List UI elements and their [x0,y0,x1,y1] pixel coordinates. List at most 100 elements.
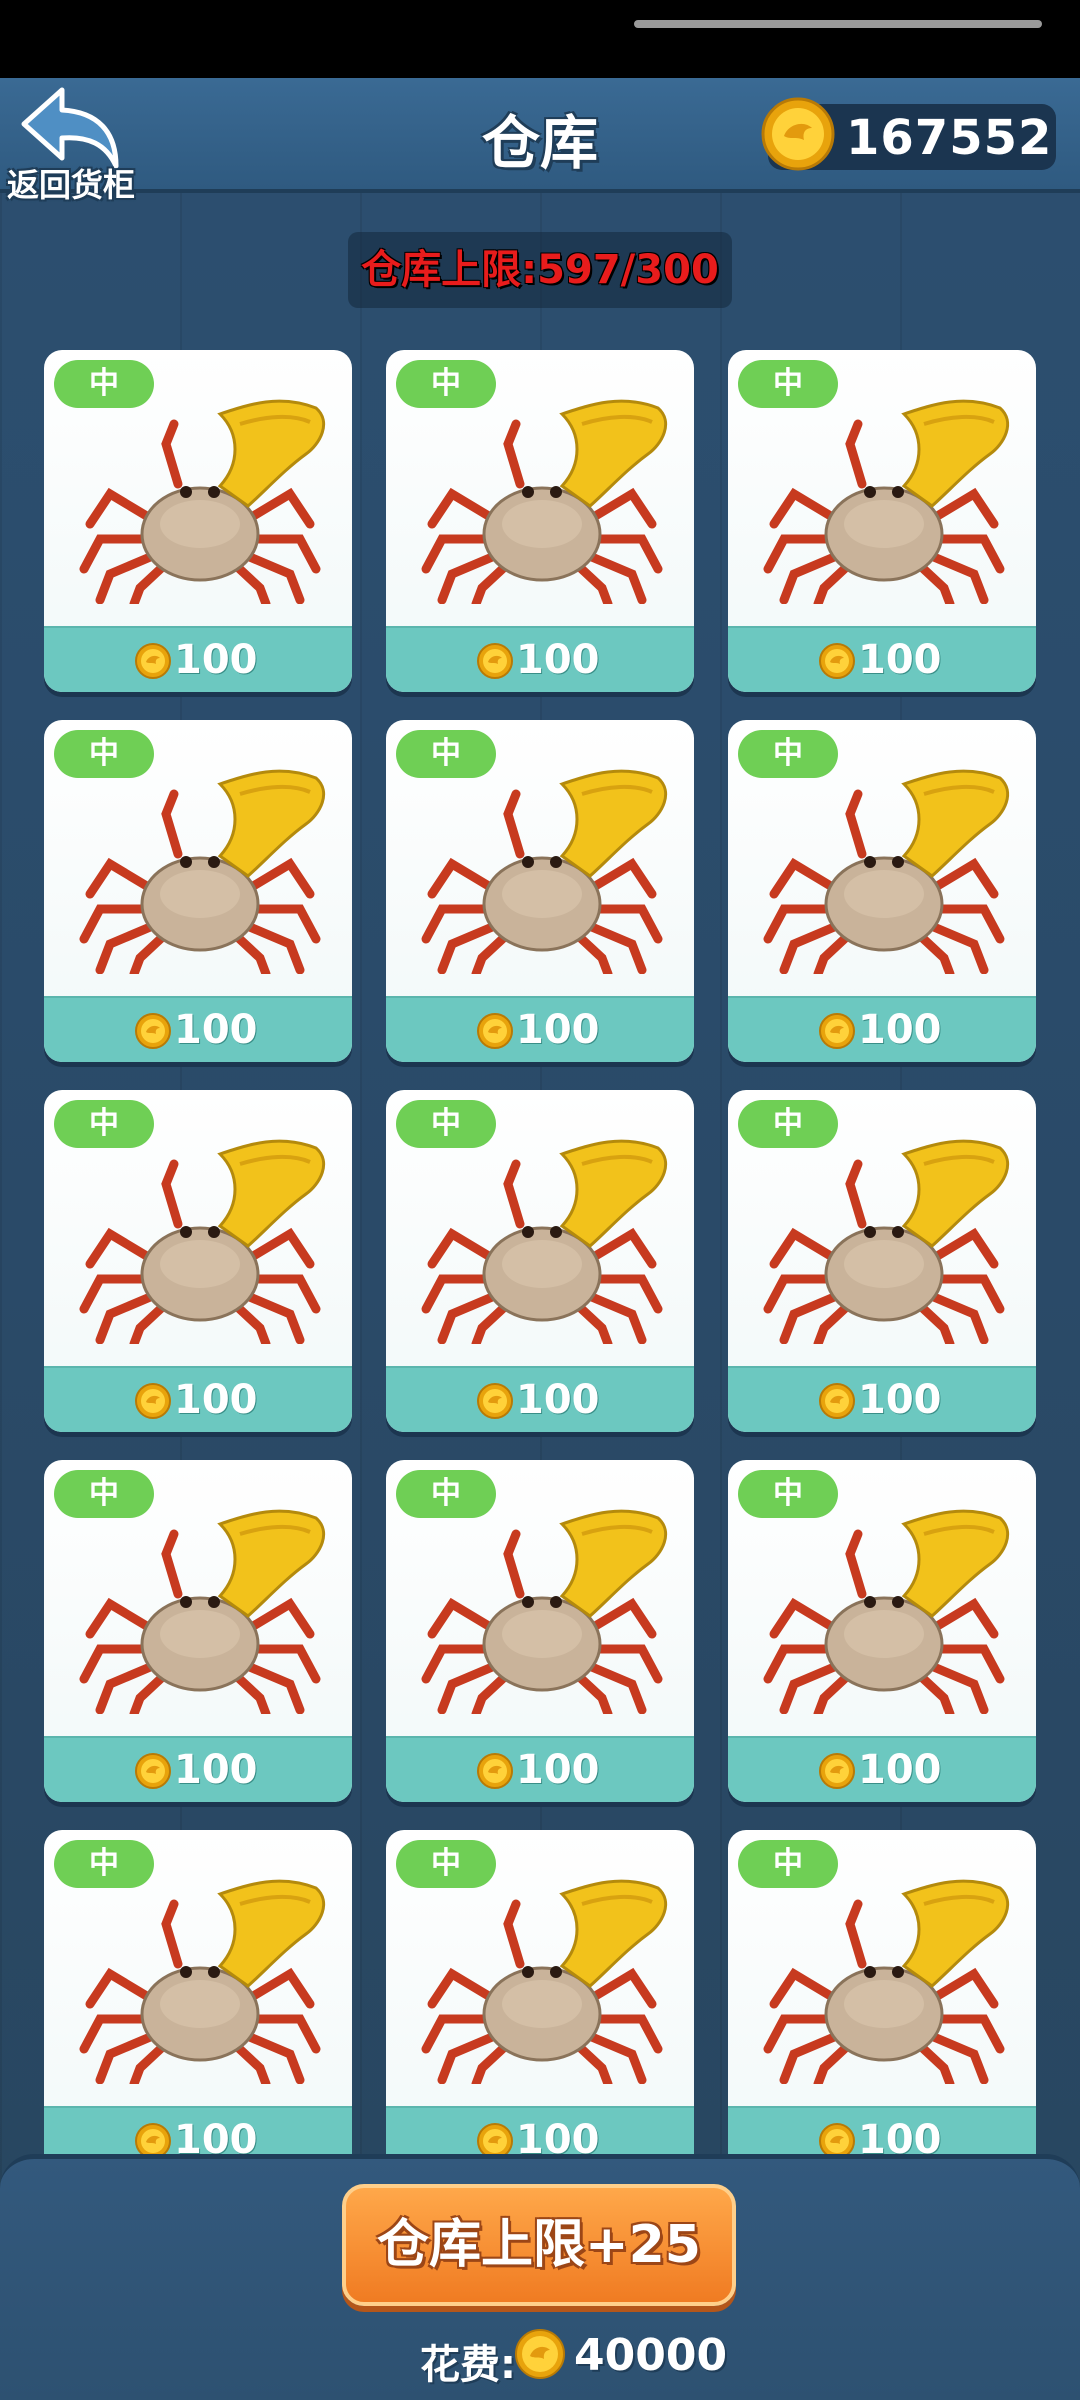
price-bar: 100 [386,1366,694,1432]
price-bar: 100 [728,1736,1036,1802]
item-price: 100 [858,1007,942,1053]
size-badge: 中 [738,730,838,778]
item-card[interactable]: 中 100 [728,720,1036,1062]
size-badge: 中 [738,360,838,408]
size-badge: 中 [54,1470,154,1518]
crab-icon [763,1879,1010,2084]
size-badge: 中 [54,730,154,778]
crab-icon [421,769,668,974]
item-card[interactable]: 中 100 [728,1090,1036,1432]
cost-label: 花费: [420,2342,516,2388]
item-price: 100 [516,1007,600,1053]
crab-icon [763,769,1010,974]
price-bar: 100 [386,996,694,1062]
crab-icon [421,399,668,604]
item-card[interactable]: 中 100 [386,1830,694,2160]
crab-icon [763,1139,1010,1344]
size-badge: 中 [396,1470,496,1518]
coin-icon [819,1013,855,1049]
item-price: 100 [858,1377,942,1423]
item-card[interactable]: 中 100 [386,1090,694,1432]
capacity-label: 仓库上限:597/300 [361,247,719,293]
item-price: 100 [174,637,258,683]
coin-balance: 167552 [761,97,1056,171]
coin-icon [761,97,835,171]
size-badge: 中 [396,730,496,778]
crab-icon [79,1139,326,1344]
item-price: 100 [174,1747,258,1793]
crab-icon [79,769,326,974]
coin-icon [819,1753,855,1789]
price-bar: 100 [386,626,694,692]
item-card[interactable]: 中 100 [44,1460,352,1802]
crab-icon [763,399,1010,604]
back-arrow-icon [21,87,119,169]
coin-icon [135,1013,171,1049]
price-bar: 100 [728,996,1036,1062]
item-card[interactable]: 中 100 [386,350,694,692]
size-badge: 中 [396,360,496,408]
item-price: 100 [174,1007,258,1053]
coin-icon [477,1013,513,1049]
coin-icon [477,643,513,679]
upgrade-capacity-button[interactable]: 仓库上限+25 [342,2184,736,2306]
coin-icon [477,1753,513,1789]
coin-icon [135,1753,171,1789]
price-bar: 100 [44,1736,352,1802]
price-bar: 100 [728,2106,1036,2160]
page-title: 仓库 [481,109,598,177]
price-bar: 100 [386,1736,694,1802]
item-card[interactable]: 中 100 [386,720,694,1062]
price-bar: 100 [386,2106,694,2160]
item-price: 100 [516,1747,600,1793]
coin-icon [515,2329,565,2379]
price-bar: 100 [44,2106,352,2160]
item-card[interactable]: 中 100 [728,1830,1036,2160]
crab-icon [79,399,326,604]
size-badge: 中 [396,1100,496,1148]
price-bar: 100 [728,626,1036,692]
coin-icon [819,643,855,679]
coin-amount: 167552 [846,110,1053,166]
coin-icon [135,1383,171,1419]
item-card[interactable]: 中 100 [728,1460,1036,1802]
item-price: 100 [516,637,600,683]
crab-icon [79,1509,326,1714]
crab-icon [421,1509,668,1714]
size-badge: 中 [396,1840,496,1888]
back-label: 返回货柜 [6,166,135,204]
item-card[interactable]: 中 100 [386,1460,694,1802]
item-card[interactable]: 中 100 [728,350,1036,692]
crab-icon [79,1879,326,2084]
size-badge: 中 [54,1840,154,1888]
crab-icon [421,1879,668,2084]
size-badge: 中 [738,1100,838,1148]
crab-icon [421,1139,668,1344]
size-badge: 中 [738,1470,838,1518]
size-badge: 中 [54,360,154,408]
capacity-indicator: 仓库上限:597/300 [348,232,732,308]
size-badge: 中 [738,1840,838,1888]
item-price: 100 [858,637,942,683]
coin-icon [477,1383,513,1419]
coin-icon [135,643,171,679]
item-card[interactable]: 中 100 [44,350,352,692]
crab-icon [763,1509,1010,1714]
item-card[interactable]: 中 100 [44,1830,352,2160]
item-card[interactable]: 中 100 [44,1090,352,1432]
item-price: 100 [174,1377,258,1423]
item-card[interactable]: 中 100 [44,720,352,1062]
price-bar: 100 [44,1366,352,1432]
coin-icon [819,1383,855,1419]
back-button[interactable]: 返回货柜 [6,86,136,204]
item-price: 100 [858,1747,942,1793]
price-bar: 100 [728,1366,1036,1432]
upgrade-capacity-label: 仓库上限+25 [377,2215,701,2275]
size-badge: 中 [54,1100,154,1148]
item-price: 100 [516,1377,600,1423]
price-bar: 100 [44,626,352,692]
price-bar: 100 [44,996,352,1062]
item-grid: 中 100 中 100 中 100 中 100 中 100 中 100 中 100 中 100 中 100 中 100… [0,0,1080,2160]
cost-amount: 40000 [574,2330,728,2381]
upgrade-cost: 花费: 40000 [420,2328,820,2388]
